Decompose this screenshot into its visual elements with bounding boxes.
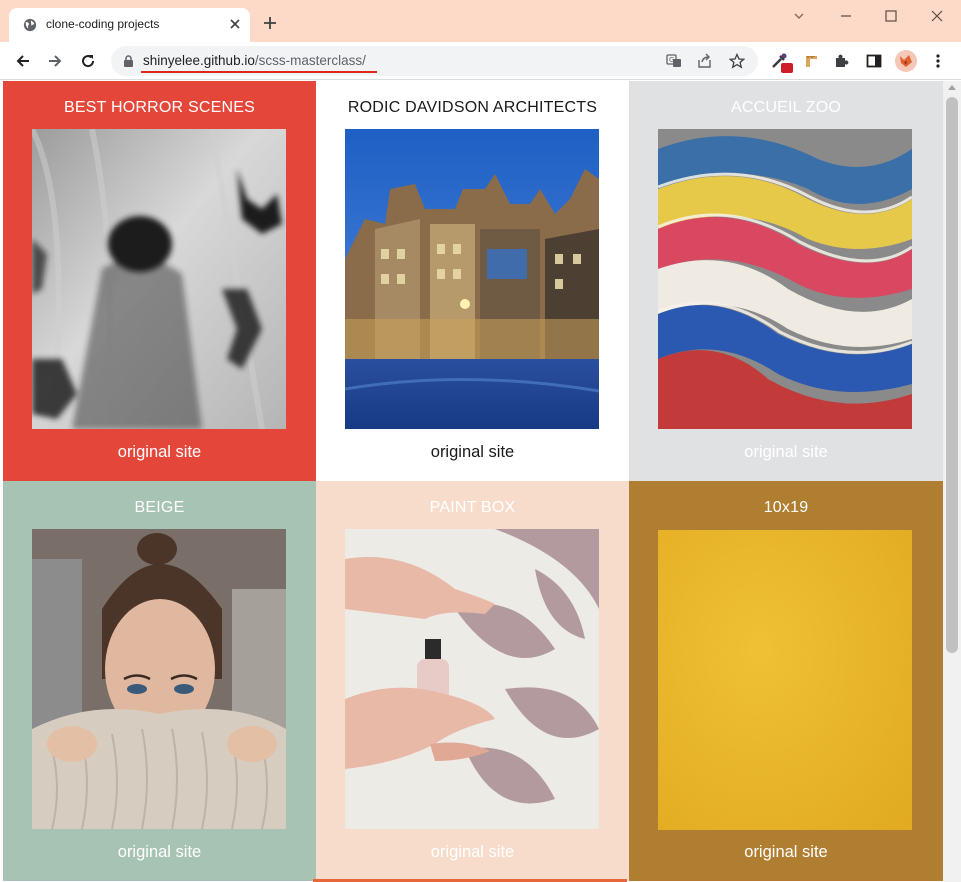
scrollbar-thumb[interactable] (946, 97, 958, 653)
translate-icon[interactable]: G (666, 53, 682, 69)
project-grid: BEST HORROR SCENES original site RODIC D… (3, 81, 943, 881)
project-title: ACCUEIL ZOO (730, 99, 842, 116)
project-photo-paint-box (345, 529, 599, 829)
original-site-link[interactable]: original site (316, 843, 629, 862)
more-icon[interactable] (929, 52, 947, 70)
project-card-rodic: RODIC DAVIDSON ARCHITECTS original site (316, 81, 629, 481)
avatar[interactable] (895, 50, 917, 72)
project-title: BEST HORROR SCENES (64, 99, 255, 116)
puzzle-icon[interactable] (833, 52, 851, 70)
close-window-icon[interactable] (929, 8, 945, 24)
forward-icon[interactable] (46, 52, 64, 70)
project-photo-magazines (658, 129, 912, 429)
url-underline (141, 71, 377, 73)
scroll-up-arrow-icon[interactable] (948, 85, 956, 90)
url-path: /scss-masterclass/ (254, 53, 366, 68)
original-site-link[interactable]: original site (629, 843, 943, 862)
original-site-link[interactable]: original site (316, 443, 629, 462)
project-card-accueil-zoo: ACCUEIL ZOO original site (629, 81, 943, 481)
vertical-scrollbar[interactable] (943, 81, 961, 882)
tab-strip: clone-coding projects (0, 0, 961, 42)
project-card-paint-box: PAINT BOX original site (316, 481, 629, 881)
url-text[interactable]: shinyelee.github.io/scss-masterclass/ (143, 53, 366, 68)
tab-title: clone-coding projects (46, 17, 160, 31)
lock-icon[interactable] (123, 55, 134, 67)
reload-icon[interactable] (79, 52, 97, 70)
project-card-beige: BEIGE original site (3, 481, 316, 881)
sidepanel-icon[interactable] (865, 52, 883, 70)
profile-fox-icon (900, 55, 912, 67)
original-site-link[interactable]: original site (3, 443, 316, 462)
maximize-icon[interactable] (883, 8, 899, 24)
project-card-10x19: 10x19 original site (629, 481, 943, 881)
back-icon[interactable] (14, 52, 32, 70)
tab-search-icon[interactable] (791, 8, 807, 24)
project-photo-horror (32, 129, 286, 429)
star-icon[interactable] (729, 53, 745, 69)
project-title: 10x19 (763, 499, 809, 516)
share-icon[interactable] (697, 53, 713, 69)
project-title: RODIC DAVIDSON ARCHITECTS (347, 99, 598, 116)
browser-tab[interactable]: clone-coding projects (9, 8, 250, 42)
address-bar[interactable]: shinyelee.github.io/scss-masterclass/ G (111, 46, 758, 76)
new-tab-icon[interactable] (262, 15, 278, 31)
project-title: BEIGE (134, 499, 185, 516)
original-site-link[interactable]: original site (3, 843, 316, 862)
project-photo-beige (32, 529, 286, 829)
project-photo-rodic (345, 129, 599, 429)
project-title: PAINT BOX (429, 499, 516, 516)
url-host: shinyelee.github.io (143, 53, 255, 68)
original-site-link[interactable]: original site (629, 443, 943, 462)
ruler-icon[interactable] (803, 52, 821, 70)
page-viewport: BEST HORROR SCENES original site RODIC D… (0, 81, 943, 882)
minimize-icon[interactable] (838, 8, 854, 24)
close-tab-icon[interactable] (227, 16, 243, 32)
globe-icon (23, 18, 37, 32)
project-card-horror: BEST HORROR SCENES original site (3, 81, 316, 481)
extension-badge (781, 63, 793, 73)
project-photo-10x19 (658, 530, 912, 830)
